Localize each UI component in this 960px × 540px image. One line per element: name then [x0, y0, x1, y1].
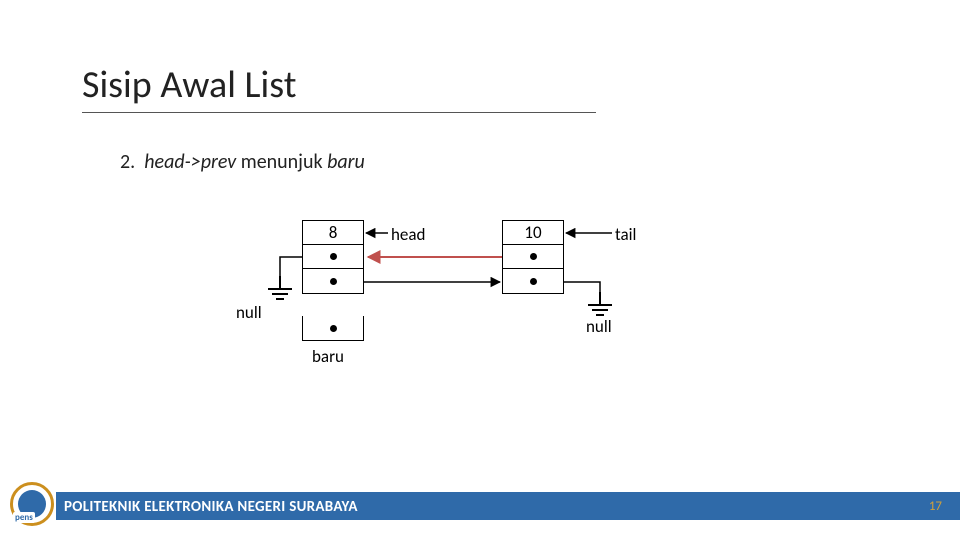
step-code-2: baru [327, 150, 365, 174]
ground-icon [588, 292, 612, 318]
node-head: 8 [302, 220, 364, 294]
node-head-extra-cell [303, 316, 363, 340]
label-null-left: null [236, 302, 262, 323]
node-tail-prev [503, 245, 563, 269]
dot-icon [330, 253, 337, 260]
step-plain: menunjuk [241, 150, 323, 174]
logo-pens: pens [10, 482, 54, 526]
node-head-prev [303, 245, 363, 269]
node-head-value: 8 [303, 221, 363, 245]
step-text: 2. head->prev menunjuk baru [120, 150, 365, 174]
dot-icon [330, 278, 337, 285]
node-tail-next [503, 269, 563, 293]
node-head-next [303, 269, 363, 293]
ground-icon [268, 276, 292, 302]
logo-text: pens [13, 512, 35, 523]
step-number: 2. [120, 150, 135, 174]
node-head-extra [302, 316, 364, 341]
step-code-1: head->prev [144, 150, 236, 174]
node-tail-value: 10 [503, 221, 563, 245]
node-tail: 10 [502, 220, 564, 294]
page-number: 17 [929, 499, 942, 514]
label-null-right: null [586, 316, 612, 337]
label-tail: tail [615, 224, 636, 245]
dot-icon [530, 253, 537, 260]
slide-title: Sisip Awal List [82, 62, 596, 113]
dot-icon [530, 278, 537, 285]
dot-icon [330, 325, 337, 332]
footer-org: POLITEKNIK ELEKTRONIKA NEGERI SURABAYA [64, 498, 358, 516]
label-baru: baru [312, 346, 344, 367]
label-head: head [391, 224, 425, 245]
